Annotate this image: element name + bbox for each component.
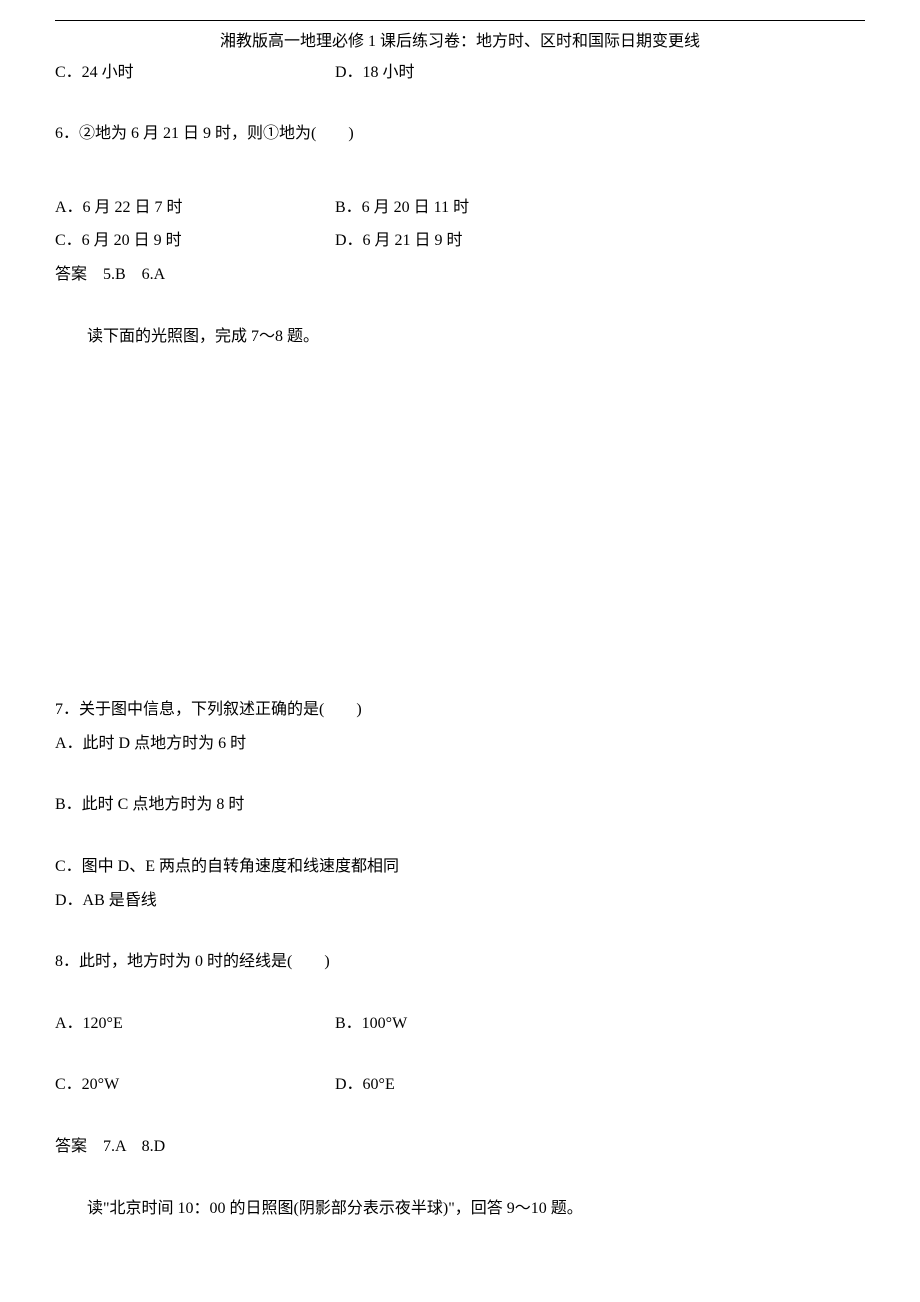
- q7-option-c: C．图中 D、E 两点的自转角速度和线速度都相同: [55, 854, 865, 880]
- illumination-figure: [55, 357, 865, 697]
- q6-option-d: D．6 月 21 日 9 时: [335, 228, 865, 254]
- q7-option-d: D．AB 是昏线: [55, 888, 865, 914]
- answers-7-8: 答案 7.A 8.D: [55, 1134, 865, 1160]
- q6-option-b: B．6 月 20 日 11 时: [335, 195, 865, 221]
- q8-option-c: C．20°W: [55, 1072, 335, 1098]
- q5-option-c: C．24 小时: [55, 60, 335, 86]
- page-header-title: 湘教版高一地理必修 1 课后练习卷：地方时、区时和国际日期变更线: [55, 29, 865, 55]
- q7-option-a: A．此时 D 点地方时为 6 时: [55, 731, 865, 757]
- q5-option-d: D．18 小时: [335, 60, 865, 86]
- q8-option-b: B．100°W: [335, 1011, 865, 1037]
- q8-option-d: D．60°E: [335, 1072, 865, 1098]
- instruction-7-8: 读下面的光照图，完成 7～8 题。: [55, 324, 865, 350]
- answers-5-6: 答案 5.B 6.A: [55, 262, 865, 288]
- q8-option-a: A．120°E: [55, 1011, 335, 1037]
- q6-option-c: C．6 月 20 日 9 时: [55, 228, 335, 254]
- instruction-9-10: 读"北京时间 10：00 的日照图(阴影部分表示夜半球)"，回答 9～10 题。: [55, 1196, 865, 1222]
- q6-stem: 6．②地为 6 月 21 日 9 时，则①地为( ): [55, 121, 865, 147]
- q6-option-a: A．6 月 22 日 7 时: [55, 195, 335, 221]
- q7-stem: 7．关于图中信息，下列叙述正确的是( ): [55, 697, 865, 723]
- q8-stem: 8．此时，地方时为 0 时的经线是( ): [55, 949, 865, 975]
- q7-option-b: B．此时 C 点地方时为 8 时: [55, 792, 865, 818]
